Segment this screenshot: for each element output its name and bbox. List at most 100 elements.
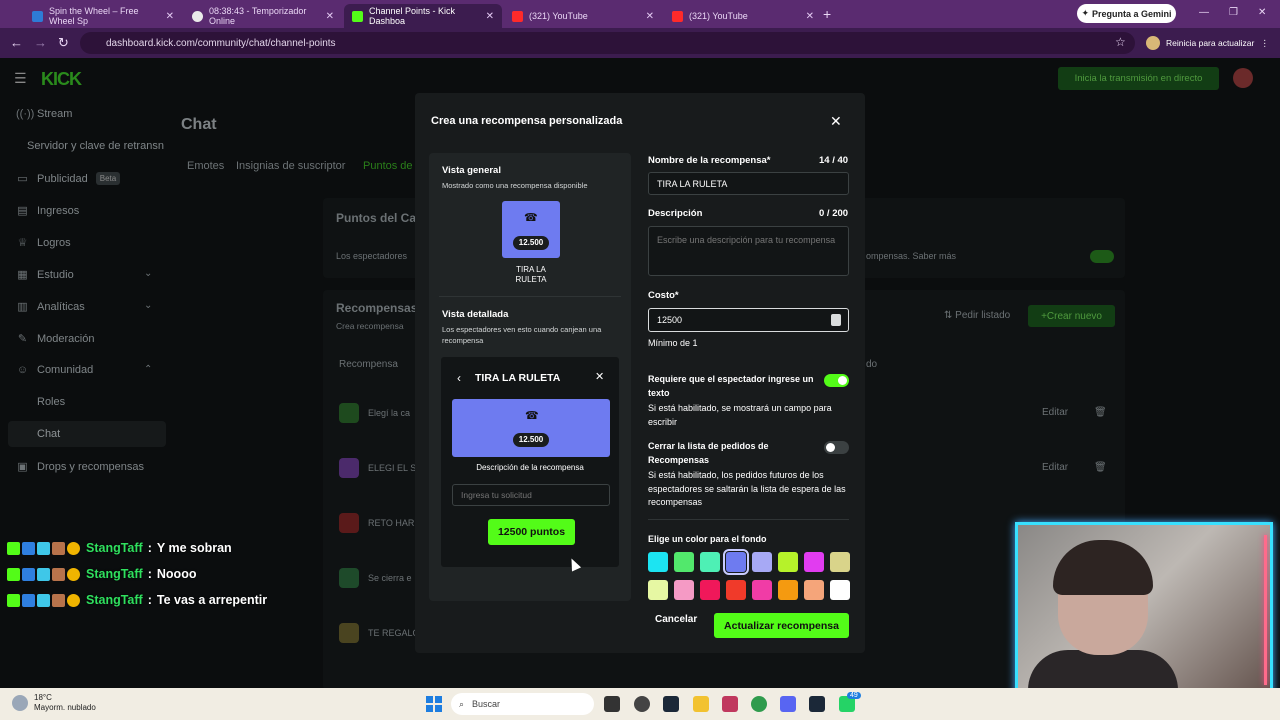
user-avatar[interactable]: [1233, 68, 1253, 88]
channel-points-toggle[interactable]: [1090, 250, 1114, 263]
new-tab-button[interactable]: +: [823, 6, 831, 22]
table-row[interactable]: Se cierra e: [368, 573, 412, 583]
back-arrow-icon[interactable]: ‹: [457, 371, 461, 385]
sidebar-item-analytics[interactable]: ▥ Analíticas: [16, 300, 84, 314]
sidebar-item-roles[interactable]: Roles: [37, 396, 65, 408]
close-icon[interactable]: ✕: [326, 11, 334, 22]
description-textarea[interactable]: [648, 226, 849, 276]
gift-icon: ☎: [525, 410, 539, 422]
sidebar-item-achievements[interactable]: ♕ Logros: [16, 236, 71, 250]
trash-icon[interactable]: 🗑: [1094, 407, 1107, 418]
sidebar-item-community[interactable]: ☺ Comunidad: [16, 364, 93, 376]
create-new-button[interactable]: + Crear nuevo: [1028, 305, 1115, 327]
color-swatch[interactable]: [778, 580, 798, 600]
back-icon[interactable]: ←: [10, 35, 23, 50]
request-input[interactable]: [452, 484, 610, 506]
reload-icon[interactable]: ↻: [58, 35, 69, 51]
color-swatch[interactable]: [830, 580, 850, 600]
task-view-icon[interactable]: [604, 696, 620, 712]
chrome-icon[interactable]: [751, 696, 767, 712]
sidebar-item-income[interactable]: ▤ Ingresos: [16, 204, 79, 218]
gemini-button[interactable]: ✦ Pregunta a Gemini: [1077, 4, 1176, 23]
bookmark-star-icon[interactable]: ☆: [1115, 35, 1126, 49]
edit-button[interactable]: Editar: [1042, 407, 1068, 418]
sidebar-item-moderation[interactable]: ✎ Moderación: [16, 332, 95, 346]
tab-insignias[interactable]: Insignias de suscriptor: [236, 160, 345, 172]
sidebar-item-stream[interactable]: ((·)) Stream: [16, 108, 72, 120]
close-icon[interactable]: ✕: [166, 11, 174, 22]
tab-emotes[interactable]: Emotes: [187, 160, 224, 172]
reward-name-input[interactable]: [648, 172, 849, 195]
table-row[interactable]: ELEGI EL S: [368, 463, 416, 473]
close-list-toggle[interactable]: [824, 441, 849, 454]
url-field[interactable]: dashboard.kick.com/community/chat/channe…: [80, 32, 1135, 54]
chevron-down-icon[interactable]: ⌄: [144, 300, 152, 311]
steam-icon[interactable]: [809, 696, 825, 712]
menu-dots-icon[interactable]: ⋮: [1260, 38, 1269, 49]
redeem-points-button[interactable]: 12500 puntos: [488, 519, 575, 545]
color-swatch[interactable]: [752, 580, 772, 600]
menu-icon[interactable]: ☰: [14, 70, 27, 87]
forward-icon[interactable]: →: [34, 35, 47, 50]
tab-temporizador[interactable]: 08:38:43 - Temporizador Online ✕: [184, 4, 342, 28]
color-swatch[interactable]: [700, 580, 720, 600]
color-swatch[interactable]: [700, 552, 720, 572]
color-swatch[interactable]: [726, 580, 746, 600]
taskbar-search[interactable]: ⌕ Buscar: [451, 693, 594, 715]
sidebar-item-studio[interactable]: ▦ Estudio: [16, 268, 73, 282]
color-swatch[interactable]: [804, 552, 824, 572]
trash-icon[interactable]: 🗑: [1094, 462, 1107, 473]
edit-button[interactable]: Editar: [1042, 462, 1068, 473]
tab-kick-dashboard[interactable]: Channel Points - Kick Dashboa ✕: [344, 4, 502, 28]
sidebar-item-server-key[interactable]: Servidor y clave de retransn: [27, 140, 164, 152]
color-swatch[interactable]: [830, 552, 850, 572]
sidebar-item-drops[interactable]: ▣ Drops y recompensas: [16, 460, 144, 474]
tab-youtube-2[interactable]: (321) YouTube ✕: [664, 4, 822, 28]
obs-icon[interactable]: [634, 696, 650, 712]
divider: [439, 296, 621, 297]
maximize-button[interactable]: ❐: [1229, 7, 1238, 18]
table-row[interactable]: RETO HAR: [368, 518, 414, 528]
close-icon[interactable]: ✕: [595, 370, 604, 383]
chevron-down-icon[interactable]: ⌄: [144, 268, 152, 279]
discord-icon[interactable]: [780, 696, 796, 712]
tab-channel-points[interactable]: Puntos de: [363, 160, 413, 172]
color-swatch[interactable]: [674, 580, 694, 600]
cost-stepper[interactable]: [831, 314, 841, 326]
file-explorer-icon[interactable]: [693, 696, 709, 712]
request-list-button[interactable]: ⇅ Pedir listado: [944, 310, 1010, 321]
cost-input[interactable]: [648, 308, 849, 332]
cancel-button[interactable]: Cancelar: [655, 614, 697, 625]
steam-icon[interactable]: [663, 696, 679, 712]
table-row[interactable]: TE REGALO: [368, 628, 420, 638]
chevron-up-icon[interactable]: ⌃: [144, 364, 152, 375]
section-desc-right: ompensas. Saber más: [866, 251, 957, 261]
color-swatch[interactable]: [804, 580, 824, 600]
tab-spin-wheel[interactable]: Spin the Wheel – Free Wheel Sp ✕: [24, 4, 182, 28]
color-swatch[interactable]: [752, 552, 772, 572]
require-text-toggle[interactable]: [824, 374, 849, 387]
color-swatch[interactable]: [648, 552, 668, 572]
close-icon[interactable]: ✕: [830, 113, 842, 130]
sidebar-item-advertising[interactable]: ▭ Publicidad Beta: [16, 172, 121, 185]
color-swatch[interactable]: [778, 552, 798, 572]
weather-widget[interactable]: 18°C Mayorm. nublado: [12, 693, 96, 713]
go-live-button[interactable]: Inicia la transmisión en directo: [1058, 67, 1219, 90]
tab-youtube-1[interactable]: (321) YouTube ✕: [504, 4, 662, 28]
profile-avatar[interactable]: [1146, 36, 1160, 50]
close-window-button[interactable]: ✕: [1258, 7, 1266, 18]
sidebar-item-chat[interactable]: Chat: [37, 428, 60, 440]
restart-update-button[interactable]: Reinicia para actualizar ⋮: [1146, 32, 1269, 54]
close-icon[interactable]: ✕: [646, 11, 654, 22]
app-icon[interactable]: [722, 696, 738, 712]
custom-reward-modal: Crea una recompensa personalizada ✕ Vist…: [415, 93, 865, 653]
update-reward-button[interactable]: Actualizar recompensa: [714, 613, 849, 638]
close-icon[interactable]: ✕: [486, 11, 494, 22]
color-swatch[interactable]: [648, 580, 668, 600]
minimize-button[interactable]: —: [1199, 7, 1209, 18]
color-swatch[interactable]: [674, 552, 694, 572]
color-swatch[interactable]: [723, 549, 749, 575]
windows-start-icon[interactable]: [426, 696, 442, 712]
table-row[interactable]: Elegí la ca: [368, 408, 410, 418]
close-icon[interactable]: ✕: [806, 11, 814, 22]
